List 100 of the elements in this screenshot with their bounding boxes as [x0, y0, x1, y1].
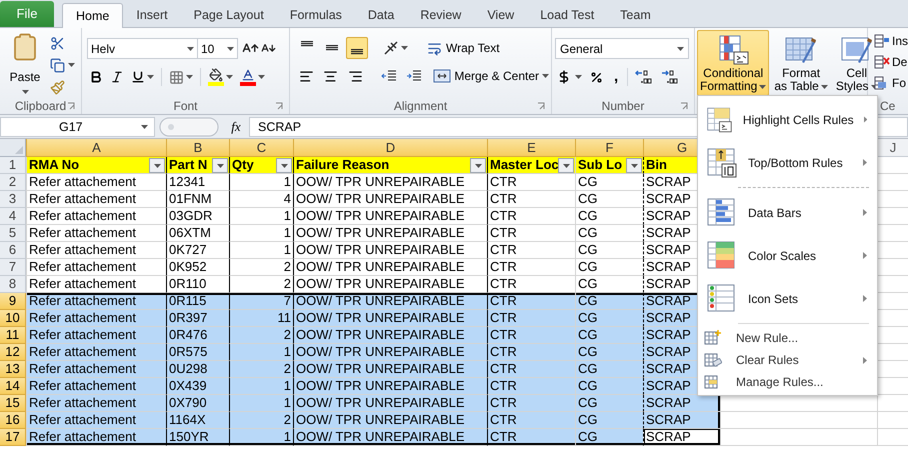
row-header[interactable]: 11	[0, 327, 26, 344]
table-cell[interactable]	[877, 412, 908, 429]
table-cell[interactable]: OOW/ TPR UNREPAIRABLE	[293, 395, 487, 412]
column-header[interactable]: F	[575, 139, 643, 157]
filter-button[interactable]	[470, 158, 486, 173]
ribbon-tab[interactable]: View	[474, 3, 528, 27]
table-cell[interactable]: OOW/ TPR UNREPAIRABLE	[293, 259, 487, 276]
table-cell[interactable]: 1	[229, 242, 293, 259]
table-cell[interactable]: OOW/ TPR UNREPAIRABLE	[293, 344, 487, 361]
table-cell[interactable]: 4	[229, 191, 293, 208]
table-cell[interactable]: CTR	[487, 191, 575, 208]
row-header[interactable]: 7	[0, 259, 26, 276]
table-cell[interactable]: 1164X	[166, 412, 229, 429]
table-cell[interactable]: OOW/ TPR UNREPAIRABLE	[293, 361, 487, 378]
table-cell[interactable]: 1	[229, 225, 293, 242]
font-size-field[interactable]: 10	[198, 38, 238, 59]
table-cell[interactable]: CTR	[487, 429, 575, 446]
table-cell[interactable]: Refer attachement	[26, 412, 166, 429]
table-cell[interactable]: SCRAP	[643, 412, 720, 429]
table-cell[interactable]: CTR	[487, 327, 575, 344]
table-cell[interactable]: CG	[575, 276, 643, 293]
row-header[interactable]: 8	[0, 276, 26, 293]
table-cell[interactable]: 0X790	[166, 395, 229, 412]
table-cell[interactable]: Refer attachement	[26, 327, 166, 344]
cells-button[interactable]: Fo	[874, 74, 908, 91]
number-format-field[interactable]: General	[555, 38, 689, 59]
table-cell[interactable]: CTR	[487, 242, 575, 259]
styles-button[interactable]: Conditional Formatting	[697, 30, 770, 96]
font-color-button[interactable]	[238, 67, 267, 87]
table-cell[interactable]: CTR	[487, 344, 575, 361]
table-cell[interactable]: 0R397	[166, 310, 229, 327]
table-cell[interactable]: CTR	[487, 276, 575, 293]
table-cell[interactable]: 7	[229, 293, 293, 310]
fill-color-button[interactable]	[206, 67, 235, 87]
table-cell[interactable]: 0K727	[166, 242, 229, 259]
row-header[interactable]: 5	[0, 225, 26, 242]
row-header[interactable]: 13	[0, 361, 26, 378]
dialog-launcher-icon[interactable]	[680, 102, 688, 110]
table-cell[interactable]: OOW/ TPR UNREPAIRABLE	[293, 276, 487, 293]
table-cell[interactable]: Refer attachement	[26, 378, 166, 395]
table-cell[interactable]: Refer attachement	[26, 225, 166, 242]
table-cell[interactable]: Refer attachement	[26, 310, 166, 327]
table-cell[interactable]: SCRAP	[643, 395, 720, 412]
resize-handle[interactable]	[159, 117, 219, 137]
table-cell[interactable]: Refer attachement	[26, 191, 166, 208]
table-cell[interactable]: CG	[575, 242, 643, 259]
table-cell[interactable]	[877, 429, 908, 446]
ribbon-tab[interactable]: Load Test	[527, 3, 608, 27]
styles-button[interactable]: Format as Table	[771, 30, 831, 96]
table-cell[interactable]: OOW/ TPR UNREPAIRABLE	[293, 310, 487, 327]
font-name-field[interactable]: Helv	[87, 38, 198, 59]
table-cell[interactable]	[877, 395, 908, 412]
row-header[interactable]: 10	[0, 310, 26, 327]
dialog-launcher-icon[interactable]	[537, 102, 545, 110]
table-cell[interactable]: 11	[229, 310, 293, 327]
ribbon-tab[interactable]: Review	[407, 3, 474, 27]
table-cell[interactable]: OOW/ TPR UNREPAIRABLE	[293, 293, 487, 310]
table-cell[interactable]: CTR	[487, 259, 575, 276]
table-cell[interactable]: CTR	[487, 293, 575, 310]
table-cell[interactable]: Refer attachement	[26, 174, 166, 191]
table-cell[interactable]: CG	[575, 208, 643, 225]
table-cell[interactable]: 0R115	[166, 293, 229, 310]
table-cell[interactable]: OOW/ TPR UNREPAIRABLE	[293, 225, 487, 242]
table-cell[interactable]: 1	[229, 208, 293, 225]
table-cell[interactable]: 0R476	[166, 327, 229, 344]
table-cell[interactable]: 0R575	[166, 344, 229, 361]
table-cell[interactable]: 2	[229, 361, 293, 378]
table-cell[interactable]: CG	[575, 344, 643, 361]
table-cell[interactable]: CG	[575, 395, 643, 412]
table-cell[interactable]: OOW/ TPR UNREPAIRABLE	[293, 208, 487, 225]
table-cell[interactable]: CTR	[487, 378, 575, 395]
row-header[interactable]: 14	[0, 378, 26, 395]
table-cell[interactable]: 1	[229, 429, 293, 446]
column-header[interactable]: B	[166, 139, 229, 157]
column-header[interactable]: C	[229, 139, 293, 157]
table-cell[interactable]: CTR	[487, 174, 575, 191]
ribbon-tab[interactable]: Data	[354, 3, 408, 27]
table-cell[interactable]: 0X439	[166, 378, 229, 395]
table-cell[interactable]: CG	[575, 429, 643, 446]
ribbon-tab[interactable]: Home	[62, 3, 124, 28]
table-cell[interactable]: OOW/ TPR UNREPAIRABLE	[293, 191, 487, 208]
paste-button[interactable]: Paste	[6, 32, 44, 97]
row-header[interactable]: 6	[0, 242, 26, 259]
table-cell[interactable]	[720, 429, 877, 446]
column-header[interactable]: A	[26, 139, 166, 157]
table-cell[interactable]: CTR	[487, 225, 575, 242]
file-tab[interactable]: File	[0, 1, 54, 27]
table-cell[interactable]: 0R110	[166, 276, 229, 293]
table-cell[interactable]: CG	[575, 412, 643, 429]
row-header[interactable]: 2	[0, 174, 26, 191]
table-cell[interactable]: CTR	[487, 395, 575, 412]
filter-button[interactable]	[626, 158, 642, 173]
table-cell[interactable]: OOW/ TPR UNREPAIRABLE	[293, 412, 487, 429]
table-cell[interactable]: Refer attachement	[26, 242, 166, 259]
filter-button[interactable]	[212, 158, 228, 173]
table-cell[interactable]: CG	[575, 361, 643, 378]
table-cell[interactable]: Refer attachement	[26, 293, 166, 310]
filter-button[interactable]	[149, 158, 165, 173]
row-header[interactable]: 3	[0, 191, 26, 208]
table-cell[interactable]: Refer attachement	[26, 276, 166, 293]
